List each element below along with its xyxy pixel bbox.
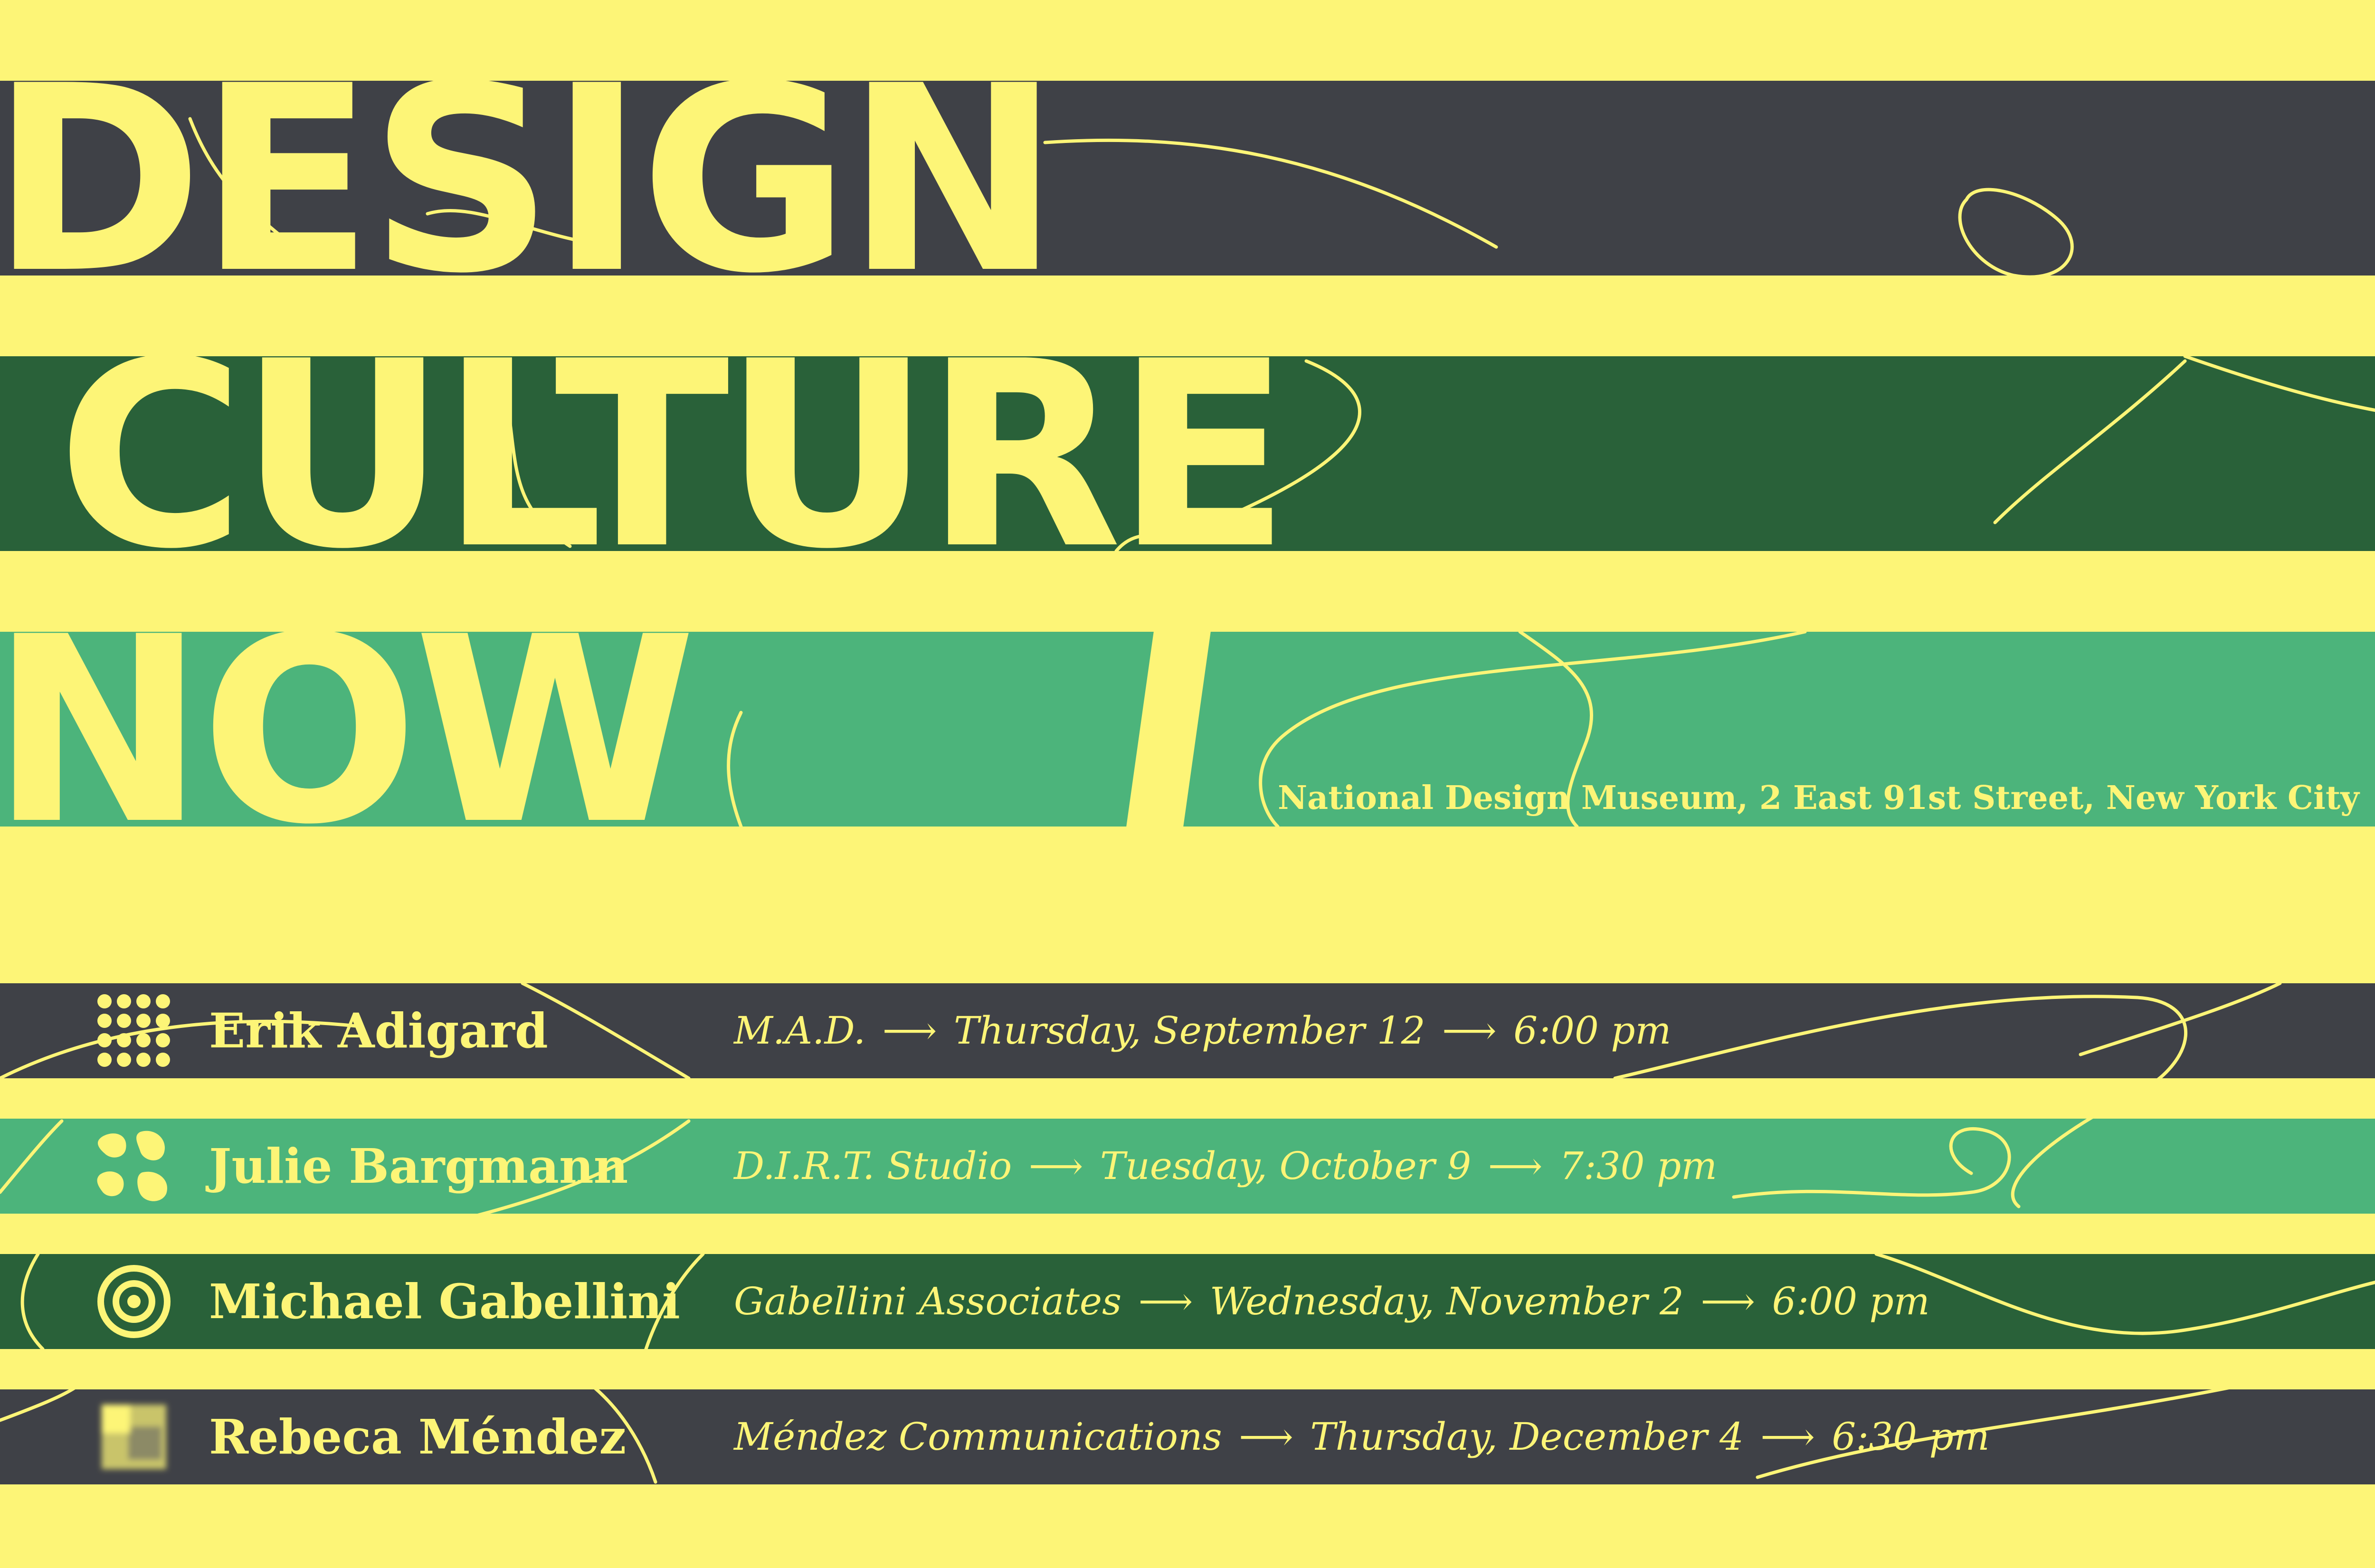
event-date: Thursday, December 4 (1310, 1415, 1744, 1459)
arrow-right-icon: ⟶ (1442, 1008, 1497, 1053)
event-date: Tuesday, October 9 (1100, 1144, 1472, 1188)
arrow-right-icon: ⟶ (1138, 1279, 1193, 1323)
event-org: D.I.R.T. Studio (734, 1144, 1012, 1188)
event-time: 7:30 pm (1559, 1144, 1718, 1188)
organic-shapes-icon (95, 1127, 173, 1205)
title-now: NOW (0, 582, 697, 881)
event-details: Méndez Communications ⟶ Thursday, Decemb… (734, 1389, 1990, 1484)
arrow-right-icon: ⟶ (1760, 1415, 1815, 1459)
arrow-right-icon: ⟶ (1488, 1144, 1543, 1188)
event-org: M.A.D. (734, 1008, 866, 1053)
event-details: D.I.R.T. Studio ⟶ Tuesday, October 9 ⟶ 7… (734, 1119, 1717, 1214)
dot-grid-icon (95, 992, 173, 1070)
event-date: Wednesday, November 2 (1209, 1279, 1684, 1323)
speaker-name: Erik Adigard (209, 1003, 548, 1059)
event-org: Méndez Communications (734, 1415, 1222, 1459)
event-details: Gabellini Associates ⟶ Wednesday, Novemb… (734, 1254, 1930, 1349)
event-time: 6:00 pm (1772, 1279, 1930, 1323)
event-row: Rebeca Méndez Méndez Communications ⟶ Th… (0, 1389, 2375, 1484)
event-row: Erik Adigard M.A.D. ⟶ Thursday, Septembe… (0, 983, 2375, 1078)
speaker-name: Michael Gabellini (209, 1273, 680, 1330)
arrow-right-icon: ⟶ (882, 1008, 937, 1053)
event-details: M.A.D. ⟶ Thursday, September 12 ⟶ 6:00 p… (734, 983, 1671, 1078)
speaker-name: Rebeca Méndez (209, 1409, 627, 1465)
title-culture: CULTURE (57, 307, 1291, 605)
blurred-square-icon (95, 1398, 173, 1476)
event-row: Julie Bargmann D.I.R.T. Studio ⟶ Tuesday… (0, 1119, 2375, 1214)
event-date: Thursday, September 12 (953, 1008, 1425, 1053)
arrow-right-icon: ⟶ (1239, 1415, 1293, 1459)
title-design: DESIGN (0, 31, 1060, 330)
event-row: Michael Gabellini Gabellini Associates ⟶… (0, 1254, 2375, 1349)
speaker-name: Julie Bargmann (209, 1138, 628, 1194)
concentric-circles-icon (95, 1263, 173, 1340)
arrow-right-icon: ⟶ (1700, 1279, 1756, 1323)
venue-address: National Design Museum, 2 East 91st Stre… (1278, 779, 2359, 817)
arrow-right-icon: ⟶ (1028, 1144, 1083, 1188)
event-time: 6:00 pm (1513, 1008, 1672, 1053)
poster: DESIGN CULTURE NOW National Design Museu… (0, 0, 2375, 1568)
event-org: Gabellini Associates (734, 1279, 1122, 1323)
event-time: 6:30 pm (1832, 1415, 1990, 1459)
